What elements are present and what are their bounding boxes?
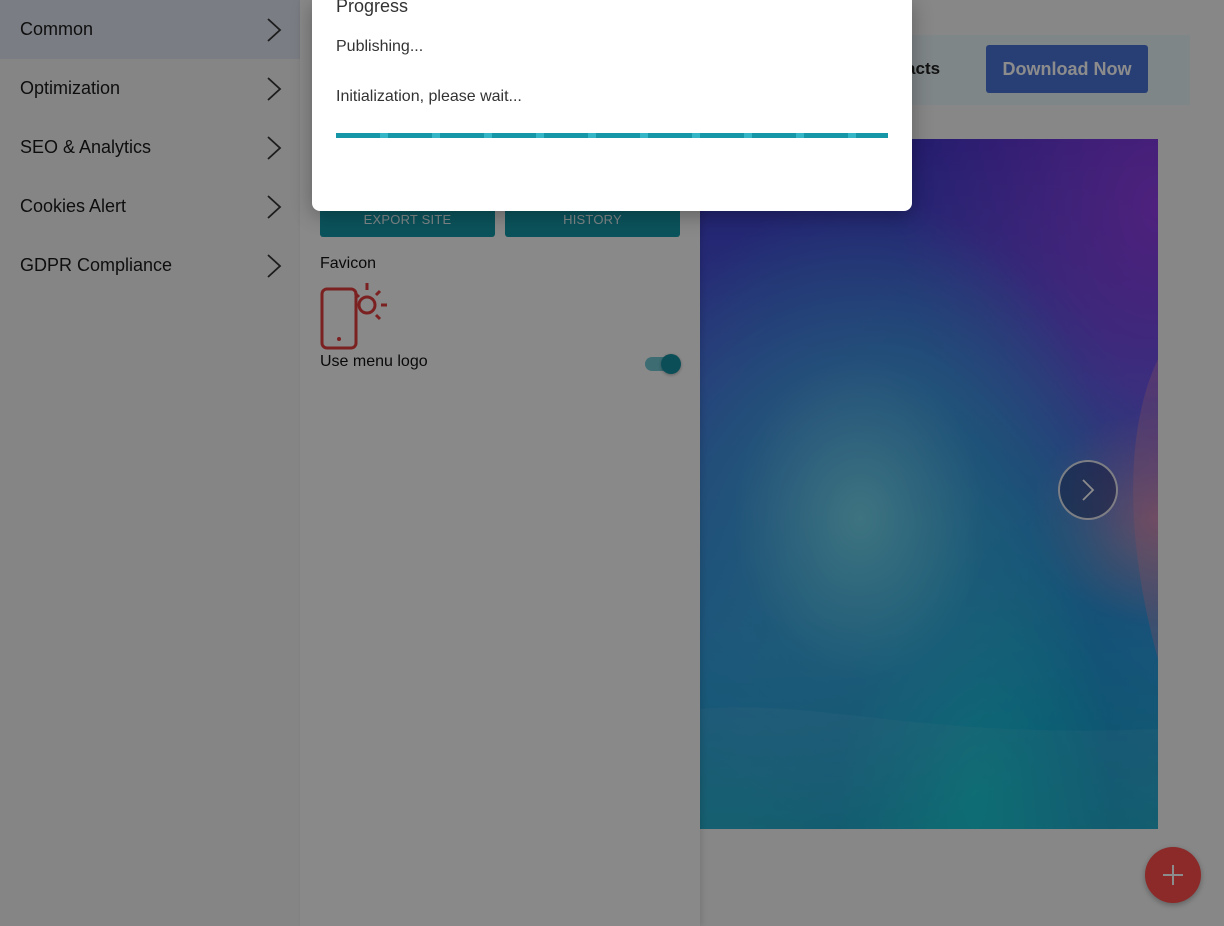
dialog-title: Progress — [336, 0, 409, 16]
publishing-status: Publishing... — [336, 38, 424, 55]
progress-fill — [336, 133, 888, 138]
progress-dialog: Progress Publishing... Initialization, p… — [312, 0, 912, 211]
progress-bar — [336, 133, 888, 138]
status-detail: Initialization, please wait... — [336, 88, 522, 105]
